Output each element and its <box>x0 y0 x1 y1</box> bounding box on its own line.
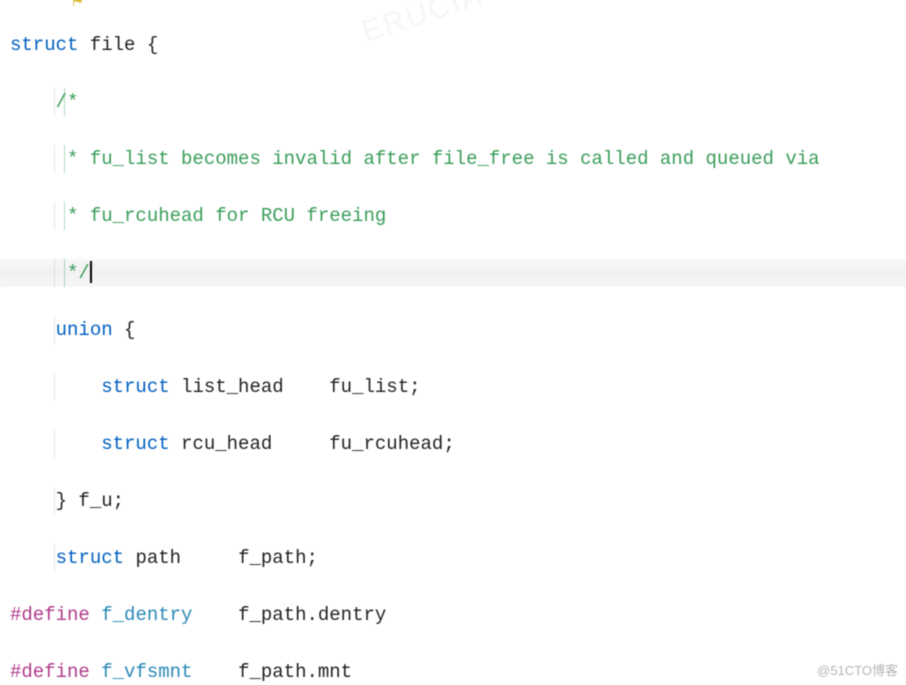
semicolon: ; <box>306 547 317 569</box>
code-line: * fu_list becomes invalid after file_fre… <box>0 145 906 174</box>
comment-text: * fu_rcuhead for RCU freeing <box>56 205 387 227</box>
type: path <box>135 547 181 569</box>
brace: { <box>147 34 158 56</box>
identifier: f_path <box>238 547 306 569</box>
code-line: struct rcu_head fu_rcuhead; <box>0 430 906 459</box>
preprocessor: #define <box>10 661 90 683</box>
code-line: struct file { <box>0 31 906 60</box>
code-line: /* <box>0 88 906 117</box>
comment-text: * fu_list becomes invalid after file_fre… <box>56 148 820 170</box>
macro-name: f_vfsmnt <box>101 661 192 683</box>
brace: } <box>56 490 67 512</box>
preprocessor: #define <box>10 604 90 626</box>
keyword: struct <box>56 547 124 569</box>
code-line-current: */ <box>0 259 906 288</box>
footer-watermark: @51CTO博客 <box>817 657 898 685</box>
code-line: #define f_vfsmnt f_path.mnt <box>0 658 906 685</box>
brace: { <box>124 319 135 341</box>
macro-value: f_path.mnt <box>238 661 352 683</box>
code-line: * fu_rcuhead for RCU freeing <box>0 202 906 231</box>
code-line: union { <box>0 316 906 345</box>
code-line: } f_u; <box>0 487 906 516</box>
keyword: struct <box>101 376 169 398</box>
macro-value: f_path.dentry <box>238 604 386 626</box>
comment-open: /* <box>56 91 79 113</box>
type: list_head <box>181 376 284 398</box>
semicolon: ; <box>409 376 420 398</box>
type: rcu_head <box>181 433 272 455</box>
keyword: struct <box>101 433 169 455</box>
text-caret <box>90 261 92 283</box>
code-line: #define f_dentry f_path.dentry <box>0 601 906 630</box>
semicolon: ; <box>113 490 124 512</box>
keyword: struct <box>10 34 78 56</box>
code-line: struct path f_path; <box>0 544 906 573</box>
semicolon: ; <box>443 433 454 455</box>
identifier: fu_list <box>329 376 409 398</box>
identifier: fu_rcuhead <box>329 433 443 455</box>
macro-name: f_dentry <box>101 604 192 626</box>
identifier: file <box>90 34 136 56</box>
code-block: struct file { /* * fu_list becomes inval… <box>0 2 906 685</box>
comment-close: */ <box>56 262 90 284</box>
identifier: f_u <box>78 490 112 512</box>
code-line: struct list_head fu_list; <box>0 373 906 402</box>
keyword: union <box>56 319 113 341</box>
